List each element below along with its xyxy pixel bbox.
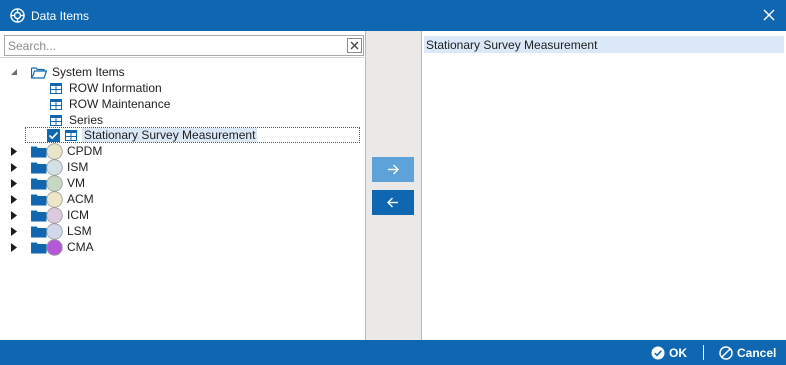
- group-color-icon: [46, 222, 63, 240]
- group-color-icon: [46, 190, 63, 208]
- tree-node-row-information[interactable]: ROW Information: [50, 80, 162, 96]
- tree-node-series[interactable]: Series: [50, 112, 103, 128]
- tree-node-label: ROW Maintenance: [69, 97, 171, 111]
- add-item-button[interactable]: [372, 157, 414, 182]
- folder-icon: [31, 145, 47, 158]
- settings-gear-icon: [9, 8, 25, 24]
- folder-icon: [31, 225, 47, 238]
- expand-triangle-icon[interactable]: [10, 162, 18, 172]
- tree-node-label: ISM: [67, 160, 89, 174]
- tree-node-group-vm[interactable]: VM: [10, 174, 85, 192]
- table-icon: [50, 98, 62, 110]
- selected-items-pane: Stationary Survey Measurement: [421, 31, 786, 340]
- group-color-icon: [46, 238, 63, 256]
- footer-divider: [703, 345, 704, 360]
- expand-triangle-icon[interactable]: [10, 178, 18, 188]
- ok-button[interactable]: OK: [651, 344, 687, 361]
- folder-icon: [31, 241, 47, 254]
- group-color-icon: [46, 206, 63, 224]
- ok-label: OK: [669, 345, 687, 360]
- group-color-icon: [46, 174, 63, 192]
- selected-item[interactable]: Stationary Survey Measurement: [424, 36, 784, 53]
- cancel-button[interactable]: Cancel: [719, 344, 776, 361]
- folder-open-icon: [31, 66, 47, 79]
- table-icon: [50, 114, 62, 126]
- expand-triangle-icon[interactable]: [10, 226, 18, 236]
- tree-node-group-ism[interactable]: ISM: [10, 158, 89, 176]
- tree-node-stationary-survey-measurement[interactable]: Stationary Survey Measurement: [25, 127, 360, 143]
- checkbox-checked[interactable]: [47, 128, 60, 142]
- folder-icon: [31, 193, 47, 206]
- items-tree: System Items ROW Information ROW Mainten…: [0, 57, 366, 340]
- arrow-left-icon: [387, 197, 399, 208]
- clear-x-icon[interactable]: [347, 38, 362, 53]
- selected-item-label: Stationary Survey Measurement: [426, 37, 598, 52]
- collapse-triangle-icon[interactable]: [10, 67, 18, 77]
- tree-node-label: CMA: [67, 240, 94, 254]
- tree-node-label: Stationary Survey Measurement: [82, 128, 258, 142]
- window-title: Data Items: [31, 8, 90, 23]
- tree-node-group-cma[interactable]: CMA: [10, 238, 94, 256]
- expand-triangle-icon[interactable]: [10, 194, 18, 204]
- tree-node-label: Series: [69, 113, 104, 127]
- tree-node-label: System Items: [52, 65, 125, 79]
- tree-node-label: VM: [67, 176, 85, 190]
- title-bar: Data Items: [0, 0, 786, 31]
- check-circle-icon: [651, 346, 669, 360]
- search-input[interactable]: [5, 36, 345, 55]
- cancel-circle-icon: [719, 345, 737, 360]
- tree-node-row-maintenance[interactable]: ROW Maintenance: [50, 96, 170, 112]
- tree-node-label: ICM: [67, 208, 89, 222]
- tree-node-group-lsm[interactable]: LSM: [10, 222, 92, 240]
- tree-node-system-items[interactable]: System Items: [10, 64, 125, 80]
- tree-node-group-cpdm[interactable]: CPDM: [10, 142, 103, 160]
- folder-icon: [31, 177, 47, 190]
- remove-item-button[interactable]: [372, 190, 414, 215]
- expand-triangle-icon[interactable]: [10, 146, 18, 156]
- group-color-icon: [46, 142, 63, 160]
- folder-icon: [31, 209, 47, 222]
- transfer-panel: [366, 31, 421, 340]
- search-box: [4, 35, 364, 56]
- tree-node-group-icm[interactable]: ICM: [10, 206, 89, 224]
- close-icon[interactable]: [760, 6, 778, 24]
- cancel-label: Cancel: [737, 345, 777, 360]
- group-color-icon: [46, 158, 63, 176]
- table-icon: [50, 82, 62, 94]
- tree-node-label: ROW Information: [69, 81, 162, 95]
- table-icon: [65, 129, 77, 141]
- footer-bar: OK Cancel: [0, 340, 786, 365]
- arrow-right-icon: [387, 164, 399, 175]
- folder-icon: [31, 161, 47, 174]
- tree-node-group-acm[interactable]: ACM: [10, 190, 94, 208]
- available-items-pane: System Items ROW Information: [0, 31, 366, 340]
- expand-triangle-icon[interactable]: [10, 210, 18, 220]
- tree-node-label: LSM: [67, 224, 92, 238]
- tree-node-label: ACM: [67, 192, 94, 206]
- tree-node-label: CPDM: [67, 144, 103, 158]
- expand-triangle-icon[interactable]: [10, 242, 18, 252]
